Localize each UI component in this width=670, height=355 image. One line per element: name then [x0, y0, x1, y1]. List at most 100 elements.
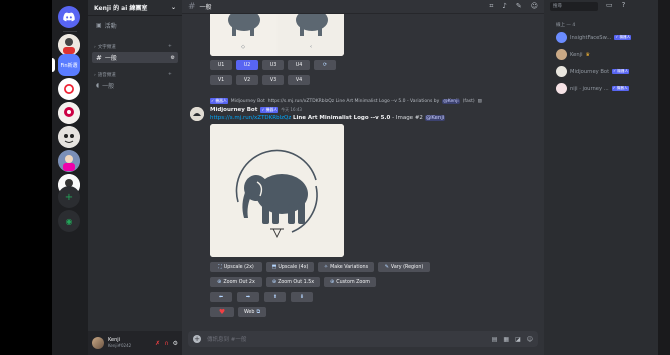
elephant-logo-image	[210, 124, 344, 257]
arrow-right-icon: ➡	[245, 294, 251, 300]
reroll-button[interactable]: ⟳	[314, 60, 336, 70]
member-item[interactable]: InsightFaceSw... ✓ 機器人	[556, 32, 632, 43]
add-server-icon[interactable]: +	[58, 186, 80, 208]
vary-region-button[interactable]: ✎ Vary (Region)	[378, 262, 430, 272]
reply-suffix: (fast)	[462, 98, 475, 104]
member-item[interactable]: Kenji ♛	[556, 49, 590, 60]
channel-events[interactable]: ▣ 活動	[92, 20, 178, 31]
hash-icon: #	[188, 1, 196, 12]
external-link-icon: ⧉	[256, 309, 261, 315]
composer-placeholder: 傳訊息到 #一般	[207, 337, 247, 343]
arrow-up-icon: ⬆	[272, 294, 278, 300]
pin-icon[interactable]: ✎	[516, 2, 522, 11]
variation-button-u1[interactable]: U1	[210, 60, 232, 70]
emoji-icon[interactable]: ☺	[527, 336, 533, 343]
search-input[interactable]: 搜尋	[550, 2, 598, 11]
prompt-link[interactable]: https://s.mj.run/xZTDKRblzQz	[210, 115, 291, 121]
member-list: 搜尋 ▭ ? 線上 — 4 InsightFaceSw... ✓ 機器人 Kenji…	[544, 0, 658, 355]
generated-image[interactable]	[210, 124, 344, 257]
zoom-out-15x-button[interactable]: ⊕ Zoom Out 1.5x	[266, 277, 320, 287]
svg-text:◇: ◇	[241, 44, 245, 50]
expand-icon: ⛶	[218, 264, 222, 270]
pan-left-button[interactable]: ⬅	[210, 292, 232, 302]
member-avatar	[556, 83, 567, 94]
server-avatar-4[interactable]	[58, 150, 80, 172]
pan-right-button[interactable]: ➡	[237, 292, 259, 302]
prompt-suffix: - Image #2	[392, 115, 423, 121]
user-avatar[interactable]	[92, 337, 104, 349]
explore-servers-icon[interactable]: ◉	[58, 210, 80, 232]
gif-icon[interactable]: ▦	[503, 336, 509, 343]
brush-icon: ✎	[384, 264, 389, 270]
prompt-mention[interactable]: @Kenji	[424, 115, 446, 121]
variation-button-u2[interactable]: U2	[236, 60, 258, 70]
reply-reference[interactable]: ✓ 機器人 Midjourney Bot https://s.mj.run/xZ…	[210, 98, 482, 104]
zoom-out-2x-button[interactable]: ⊕ Zoom Out 2x	[210, 277, 262, 287]
member-name: Midjourney Bot	[570, 68, 610, 75]
channel-general[interactable]: # 一般 ⚙	[92, 52, 178, 63]
web-button[interactable]: Web ⧉	[238, 307, 266, 317]
inbox-icon[interactable]: ▭	[606, 1, 613, 9]
server-openai-icon[interactable]	[58, 78, 80, 100]
pan-up-button[interactable]: ⬆	[264, 292, 286, 302]
bot-tag: ✓ 機器人	[210, 98, 228, 104]
discord-window: Fin新選 + ◉ Kenji 的 ai 練團室 ⌄ ▣ 活動 › 文字頻道 +…	[52, 0, 658, 355]
custom-zoom-button[interactable]: ⊕ Custom Zoom	[324, 277, 376, 287]
image-icon: ▨	[477, 98, 482, 104]
user-tag: Kenji#0242	[108, 343, 132, 348]
pan-down-button[interactable]: ⬇	[291, 292, 313, 302]
invite-gear-icon[interactable]: ⚙	[171, 55, 175, 61]
member-avatar	[556, 32, 567, 43]
add-attachment-icon[interactable]: +	[193, 335, 201, 343]
upscale-2x-button[interactable]: ⛶ Upscale (2x)	[210, 262, 262, 272]
server-avatar-3[interactable]	[58, 126, 80, 148]
favorite-button[interactable]: ♥	[210, 307, 234, 317]
channel-title: 一般	[199, 4, 212, 11]
variation-button-v2[interactable]: V2	[236, 75, 258, 85]
members-icon[interactable]: ☺	[531, 2, 538, 11]
headphones-off-icon[interactable]: ∩	[164, 340, 168, 347]
upscale-4x-button[interactable]: ⬒ Upscale (4x)	[266, 262, 314, 272]
bell-icon[interactable]: ♪	[502, 2, 506, 11]
server-ai-badge[interactable]: Fin新選	[58, 54, 80, 76]
member-avatar	[556, 66, 567, 77]
category-voice[interactable]: › 語音頻道 +	[94, 72, 172, 78]
server-avatar-1[interactable]	[58, 34, 80, 56]
threads-icon[interactable]: ⌗	[489, 2, 493, 11]
calendar-icon: ▣	[96, 22, 102, 29]
gift-icon[interactable]: ▤	[492, 336, 498, 343]
bot-tag: ✓ 機器人	[614, 35, 632, 40]
bot-avatar[interactable]	[190, 107, 204, 121]
add-channel-icon[interactable]: +	[168, 44, 172, 49]
home-discord-icon[interactable]	[58, 6, 80, 28]
variation-button-u3[interactable]: U3	[262, 60, 284, 70]
variation-button-u4[interactable]: U4	[288, 60, 310, 70]
guild-header[interactable]: Kenji 的 ai 練團室 ⌄	[88, 0, 182, 16]
make-variations-button[interactable]: ✧ Make Variations	[318, 262, 374, 272]
reply-mention[interactable]: @Kenji	[442, 98, 460, 104]
variation-button-v1[interactable]: V1	[210, 75, 232, 85]
settings-gear-icon[interactable]: ⚙	[173, 340, 178, 347]
server-rail: Fin新選 + ◉	[52, 0, 88, 355]
help-icon[interactable]: ?	[622, 1, 626, 9]
sticker-icon[interactable]: ◪	[515, 336, 521, 343]
message-composer[interactable]: + 傳訊息到 #一般 ▤ ▦ ◪ ☺	[188, 331, 538, 347]
prompt-text: https://s.mj.run/xZTDKRblzQz Line Art Mi…	[210, 115, 446, 121]
category-text[interactable]: › 文字頻道 +	[94, 44, 172, 50]
member-item[interactable]: Midjourney Bot ✓ 機器人	[556, 66, 630, 77]
reroll-icon: ⟳	[322, 62, 328, 68]
bot-tag: ✓ 機器人	[612, 69, 630, 74]
member-item[interactable]: niji · journey ... ✓ 機器人	[556, 83, 629, 94]
server-avatar-2[interactable]	[58, 102, 80, 124]
author-name[interactable]: Midjourney Bot	[210, 107, 257, 113]
timestamp: 今天 16:43	[281, 107, 302, 112]
variation-button-v3[interactable]: V3	[262, 75, 284, 85]
chat-header: # 一般 ⌗ ♪ ✎ ☺	[182, 0, 544, 14]
mic-muted-icon[interactable]: ✗	[155, 340, 160, 347]
guild-name: Kenji 的 ai 練團室	[94, 5, 148, 12]
voice-channel-general[interactable]: ◖ 一般	[92, 80, 178, 91]
add-voice-channel-icon[interactable]: +	[168, 72, 172, 77]
variation-button-v4[interactable]: V4	[288, 75, 310, 85]
chevron-icon: ›	[94, 72, 96, 78]
svg-text:‹: ‹	[310, 44, 312, 50]
